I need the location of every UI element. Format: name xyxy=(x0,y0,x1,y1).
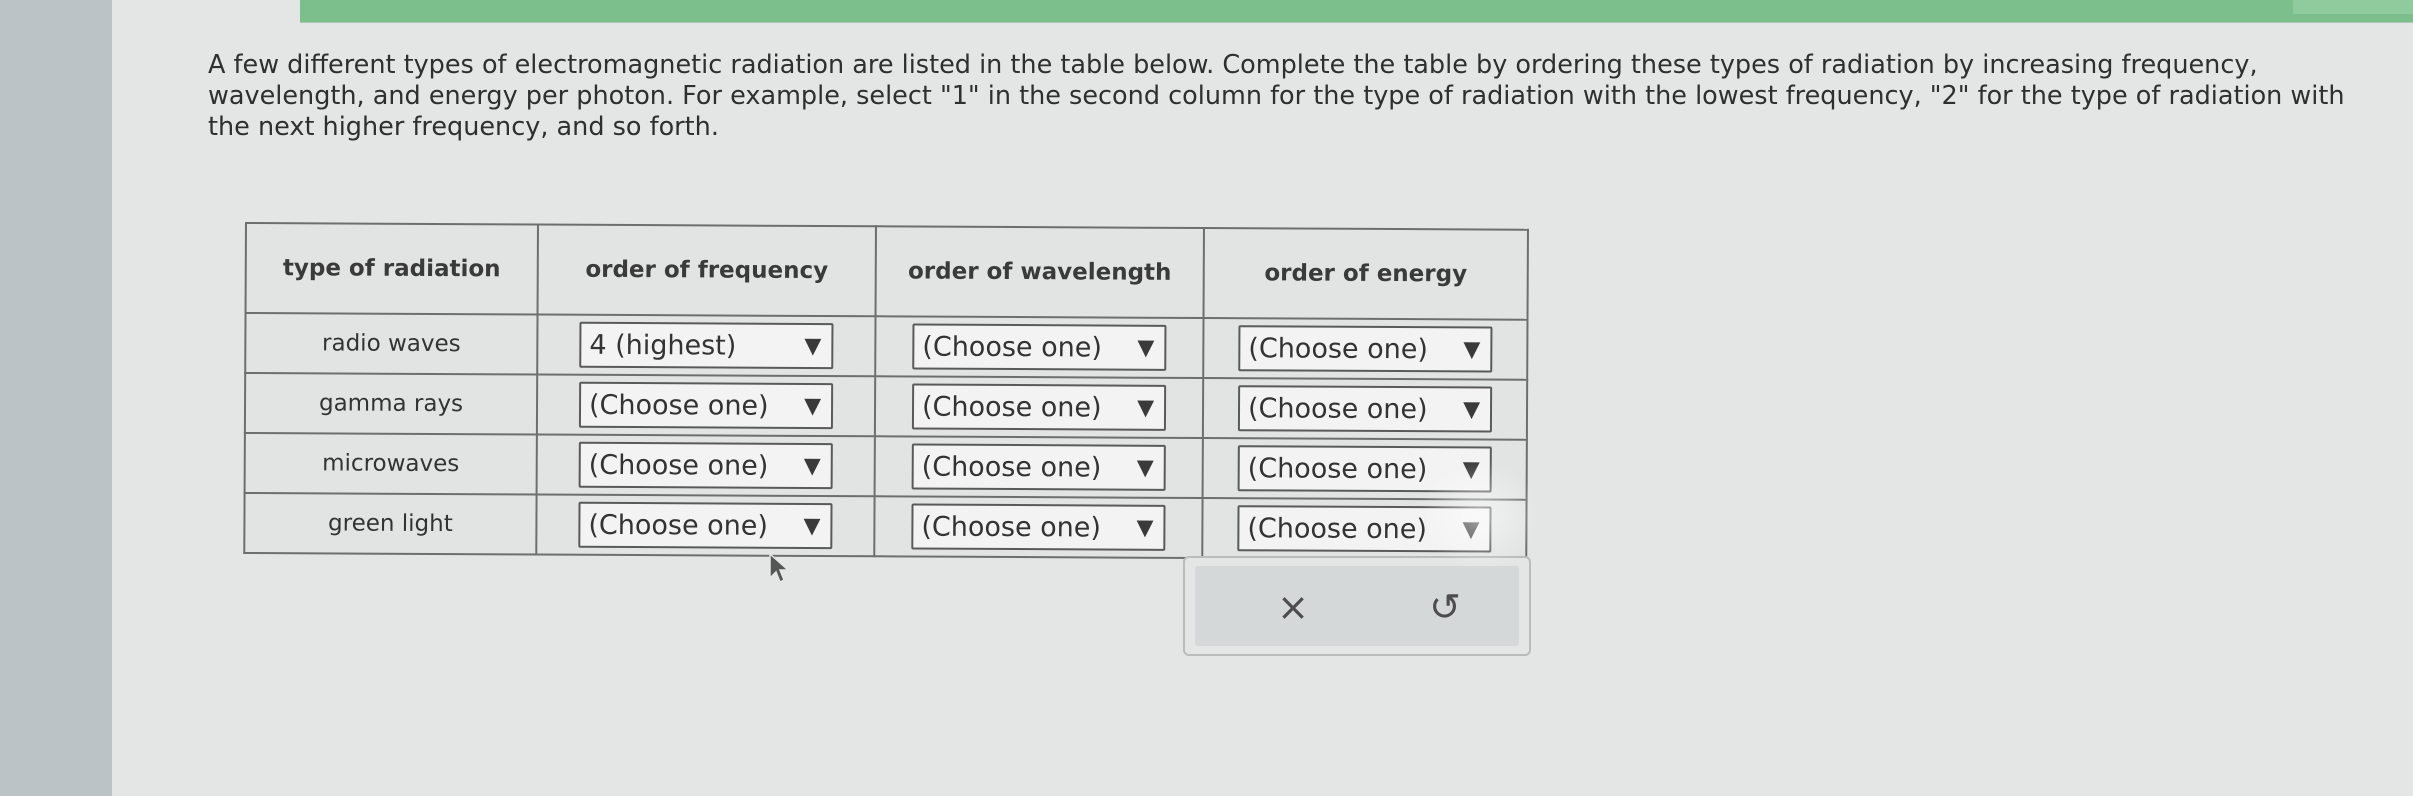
chevron-down-icon: ▼ xyxy=(1463,336,1481,362)
table-row: gamma rays (Choose one) ▼ (Choose one) ▼… xyxy=(244,373,1528,440)
gamma-rays-energy-select[interactable]: (Choose one) ▼ xyxy=(1237,385,1493,433)
mouse-cursor-icon xyxy=(769,552,790,584)
frequency-cell: 4 (highest) ▼ xyxy=(537,314,876,377)
chevron-down-icon: ▼ xyxy=(804,393,822,419)
gamma-rays-wavelength-select[interactable]: (Choose one) ▼ xyxy=(911,383,1167,431)
top-header-strip xyxy=(300,0,2413,23)
energy-cell: (Choose one) ▼ xyxy=(1202,378,1528,440)
radiation-type-label: radio waves xyxy=(245,313,538,375)
question-prompt: A few different types of electromagnetic… xyxy=(208,50,2345,142)
chevron-down-icon: ▼ xyxy=(1137,395,1155,421)
chevron-down-icon: ▼ xyxy=(1137,335,1155,361)
chevron-down-icon: ▼ xyxy=(1463,396,1481,422)
chevron-down-icon: ▼ xyxy=(1462,516,1480,542)
dropdown-value: (Choose one) xyxy=(1247,452,1428,485)
radiation-table: type of radiation order of frequency ord… xyxy=(243,222,1529,561)
energy-cell: (Choose one) ▼ xyxy=(1202,498,1527,560)
chevron-down-icon: ▼ xyxy=(1136,455,1154,481)
dropdown-value: (Choose one) xyxy=(921,511,1102,543)
energy-cell: (Choose one) ▼ xyxy=(1203,318,1528,380)
dropdown-value: (Choose one) xyxy=(588,389,769,422)
dropdown-value: (Choose one) xyxy=(922,331,1103,363)
screen-bezel xyxy=(0,0,112,796)
action-panel-inner: × ↺ xyxy=(1195,566,1519,646)
frequency-cell: (Choose one) ▼ xyxy=(536,434,875,497)
table-header-row: type of radiation order of frequency ord… xyxy=(245,223,1528,320)
microwaves-frequency-select[interactable]: (Choose one) ▼ xyxy=(578,441,833,490)
chevron-down-icon: ▼ xyxy=(804,333,822,359)
header-order-of-energy: order of energy xyxy=(1203,228,1528,320)
wavelength-cell: (Choose one) ▼ xyxy=(874,496,1203,559)
table-row: radio waves 4 (highest) ▼ (Choose one) ▼… xyxy=(245,313,1528,380)
dropdown-value: (Choose one) xyxy=(588,449,769,482)
radiation-type-label: green light xyxy=(244,493,537,555)
frequency-cell: (Choose one) ▼ xyxy=(536,494,875,557)
radio-waves-wavelength-select[interactable]: (Choose one) ▼ xyxy=(912,323,1167,371)
header-type-of-radiation: type of radiation xyxy=(245,223,538,315)
wavelength-cell: (Choose one) ▼ xyxy=(874,376,1204,439)
energy-cell: (Choose one) ▼ xyxy=(1202,438,1527,500)
dropdown-value: (Choose one) xyxy=(1247,512,1428,545)
chevron-down-icon: ▼ xyxy=(803,453,821,479)
undo-icon: ↺ xyxy=(1429,585,1461,629)
radio-waves-energy-select[interactable]: (Choose one) ▼ xyxy=(1238,325,1493,373)
close-icon: × xyxy=(1277,585,1309,629)
frequency-cell: (Choose one) ▼ xyxy=(536,374,876,437)
header-tab xyxy=(2293,0,2413,14)
green-light-frequency-select[interactable]: (Choose one) ▼ xyxy=(578,501,833,550)
chevron-down-icon: ▼ xyxy=(1462,456,1480,482)
dropdown-value: (Choose one) xyxy=(921,391,1102,423)
radio-waves-frequency-select[interactable]: 4 (highest) ▼ xyxy=(579,321,834,370)
header-order-of-frequency: order of frequency xyxy=(537,224,876,317)
green-light-wavelength-select[interactable]: (Choose one) ▼ xyxy=(911,503,1166,551)
dropdown-value: (Choose one) xyxy=(1248,332,1429,365)
chevron-down-icon: ▼ xyxy=(1136,515,1154,541)
chevron-down-icon: ▼ xyxy=(803,513,821,539)
dropdown-value: (Choose one) xyxy=(588,509,769,542)
wavelength-cell: (Choose one) ▼ xyxy=(874,436,1203,499)
gamma-rays-frequency-select[interactable]: (Choose one) ▼ xyxy=(578,381,834,430)
microwaves-wavelength-select[interactable]: (Choose one) ▼ xyxy=(911,443,1166,491)
answer-action-panel: × ↺ xyxy=(1183,556,1531,656)
dropdown-value: (Choose one) xyxy=(921,451,1102,483)
table-row: microwaves (Choose one) ▼ (Choose one) ▼… xyxy=(244,433,1527,500)
clear-button[interactable]: × xyxy=(1263,582,1323,632)
wavelength-cell: (Choose one) ▼ xyxy=(875,316,1204,379)
radiation-type-label: gamma rays xyxy=(244,373,538,435)
dropdown-value: 4 (highest) xyxy=(589,329,737,362)
dropdown-value: (Choose one) xyxy=(1247,392,1428,425)
table-row: green light (Choose one) ▼ (Choose one) … xyxy=(244,493,1527,560)
microwaves-energy-select[interactable]: (Choose one) ▼ xyxy=(1237,445,1492,493)
radiation-type-label: microwaves xyxy=(244,433,537,495)
undo-button[interactable]: ↺ xyxy=(1415,582,1475,632)
green-light-energy-select[interactable]: (Choose one) ▼ xyxy=(1237,505,1492,553)
header-order-of-wavelength: order of wavelength xyxy=(875,226,1204,319)
